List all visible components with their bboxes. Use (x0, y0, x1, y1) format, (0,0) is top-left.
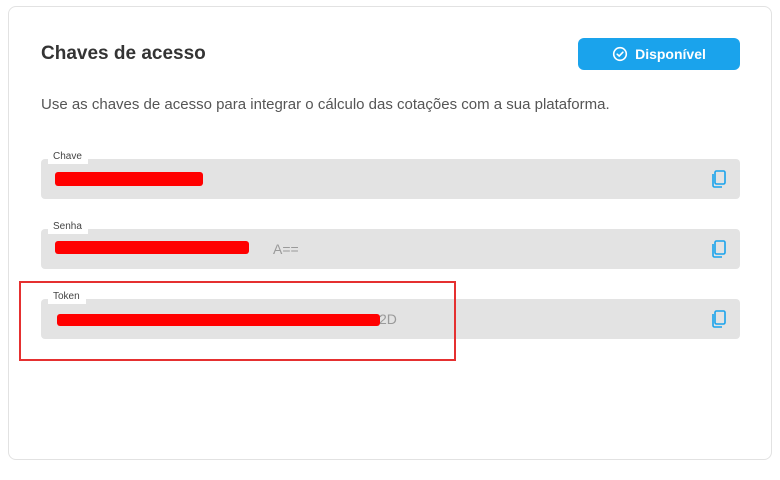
status-label: Disponível (635, 46, 706, 62)
key-field-label: Chave (48, 150, 88, 164)
access-keys-card: Chaves de acesso Disponível Use as chave… (8, 6, 772, 460)
copy-key-button[interactable] (710, 169, 728, 189)
token-field-value: 2D (379, 311, 397, 327)
token-field-label: Token (48, 290, 86, 304)
redaction-mark (55, 241, 249, 254)
redaction-mark (55, 172, 203, 186)
redaction-mark (57, 314, 380, 326)
key-field[interactable]: Chave (41, 150, 740, 199)
copy-password-button[interactable] (710, 239, 728, 259)
copy-icon (712, 310, 726, 328)
password-field-label: Senha (48, 220, 88, 234)
card-description: Use as chaves de acesso para integrar o … (41, 96, 610, 113)
copy-icon (712, 170, 726, 188)
available-status-button[interactable]: Disponível (578, 38, 740, 70)
token-field[interactable]: Token 2D (41, 290, 740, 339)
copy-icon (712, 240, 726, 258)
password-field-value: A== (273, 241, 299, 257)
password-field[interactable]: Senha A== (41, 220, 740, 269)
card-title: Chaves de acesso (41, 43, 206, 64)
check-circle-icon (612, 46, 628, 62)
copy-token-button[interactable] (710, 309, 728, 329)
